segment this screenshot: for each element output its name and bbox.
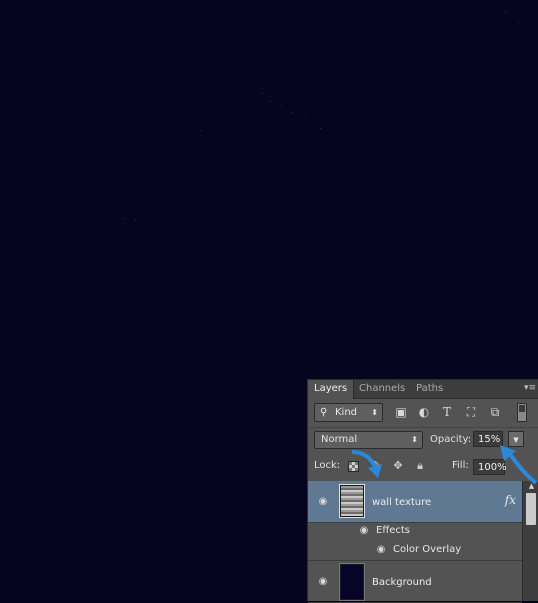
- canvas-speck: [200, 130, 201, 131]
- blend-mode-label: Normal: [321, 434, 358, 445]
- panel-tab-bar: Layers Channels Paths ▾≡: [308, 380, 538, 399]
- scroll-thumb[interactable]: [526, 493, 536, 525]
- shape-filter-icon[interactable]: ⛶: [464, 405, 478, 419]
- canvas-speck: [270, 101, 271, 102]
- image-filter-icon[interactable]: ▣: [394, 405, 408, 419]
- canvas-speck: [320, 128, 321, 129]
- eye-icon[interactable]: ◉: [357, 526, 371, 536]
- annotation-arrow-opacity: [500, 445, 538, 485]
- tab-channels[interactable]: Channels: [353, 380, 411, 398]
- effects-label: Effects: [376, 525, 410, 536]
- canvas-speck: [292, 112, 293, 113]
- smart-object-filter-icon[interactable]: ⧉: [488, 405, 502, 419]
- canvas-speck: [124, 218, 125, 219]
- move-lock-icon[interactable]: ✥: [392, 460, 404, 472]
- updown-arrow-icon: ⬍: [371, 408, 378, 417]
- layer-row-background[interactable]: ◉ Background: [308, 560, 522, 603]
- canvas-speck: [262, 93, 263, 94]
- canvas-speck: [135, 220, 136, 221]
- filter-toggle-switch[interactable]: [517, 403, 527, 422]
- panel-menu-icon[interactable]: ▾≡: [524, 383, 536, 394]
- fx-icon[interactable]: fx: [505, 493, 516, 507]
- type-filter-icon[interactable]: T: [440, 405, 454, 419]
- tab-paths[interactable]: Paths: [410, 380, 449, 398]
- eye-icon[interactable]: ◉: [316, 497, 330, 507]
- lock-label: Lock:: [314, 460, 341, 471]
- layers-scrollbar[interactable]: ▲: [522, 481, 538, 601]
- kind-filter-label: Kind: [335, 407, 358, 418]
- layer-row-wall-texture[interactable]: ◉ wall texture fx: [308, 481, 522, 523]
- layer-thumbnail: [339, 563, 365, 601]
- layer-name: Background: [372, 577, 432, 588]
- fill-label: Fill:: [452, 460, 469, 471]
- updown-arrow-icon: ⬍: [411, 435, 418, 444]
- tab-layers[interactable]: Layers: [308, 380, 355, 399]
- opacity-label: Opacity:: [430, 434, 472, 445]
- color-overlay-label: Color Overlay: [393, 544, 462, 555]
- color-overlay-row[interactable]: ◉ Color Overlay: [308, 541, 522, 560]
- kind-filter-select[interactable]: ⚲ Kind ⬍: [314, 403, 383, 422]
- canvas-speck: [281, 105, 282, 106]
- layers-panel: Layers Channels Paths ▾≡ ⚲ Kind ⬍ ▣ ◐ T …: [307, 379, 538, 603]
- canvas-speck: [306, 118, 307, 119]
- canvas-speck: [505, 12, 506, 13]
- layer-thumbnail: [339, 484, 365, 518]
- layers-list: ◉ wall texture fx ◉ Effects ◉ Color Over…: [308, 481, 522, 603]
- effects-row[interactable]: ◉ Effects: [308, 522, 522, 541]
- adjustment-filter-icon[interactable]: ◐: [417, 405, 431, 419]
- eye-icon[interactable]: ◉: [316, 577, 330, 587]
- canvas-speck: [518, 22, 519, 23]
- blend-mode-select[interactable]: Normal ⬍: [314, 431, 423, 449]
- annotation-arrow-lock: [351, 450, 382, 478]
- eye-icon[interactable]: ◉: [374, 545, 388, 555]
- padlock-icon[interactable]: 🔒︎: [414, 460, 426, 472]
- layer-name: wall texture: [372, 497, 432, 508]
- search-icon: ⚲: [320, 407, 328, 418]
- filter-row: ⚲ Kind ⬍ ▣ ◐ T ⛶ ⧉: [308, 399, 538, 428]
